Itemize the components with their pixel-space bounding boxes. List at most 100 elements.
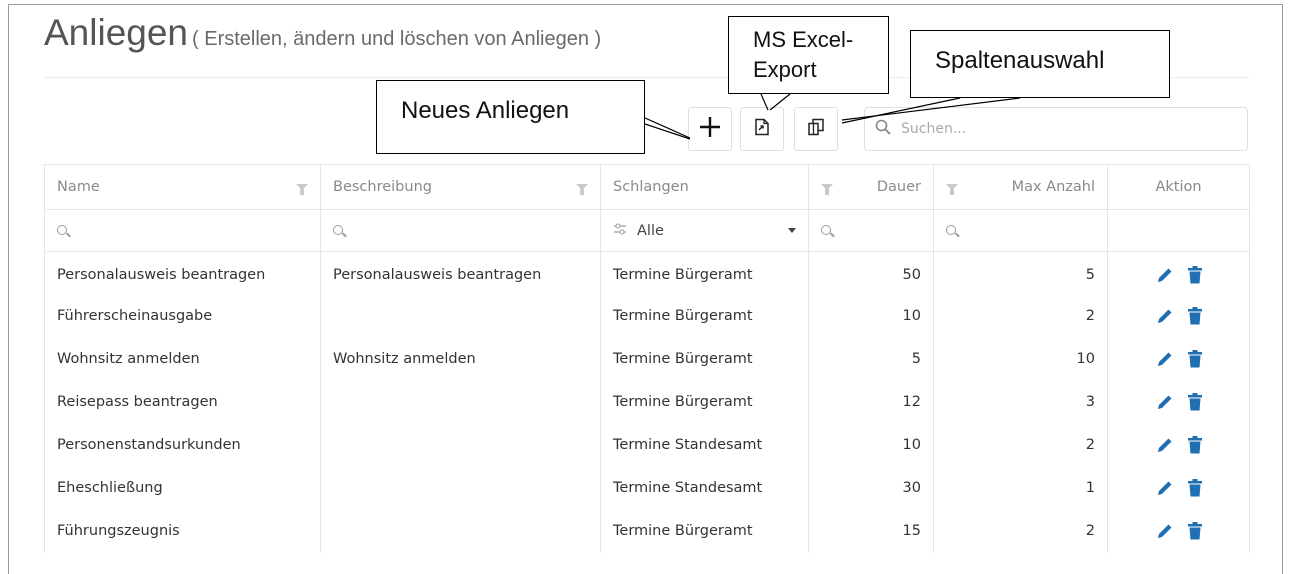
table-row[interactable]: Eheschließung Termine Standesamt 30 1 <box>44 466 1250 510</box>
cell-schlange: Termine Bürgeramt <box>600 337 809 381</box>
search-icon <box>57 224 67 235</box>
pencil-icon[interactable] <box>1156 266 1174 284</box>
plus-icon <box>698 115 722 143</box>
pencil-icon[interactable] <box>1156 479 1174 497</box>
pencil-icon[interactable] <box>1156 393 1174 411</box>
pencil-icon[interactable] <box>1156 350 1174 368</box>
cell-dauer: 10 <box>808 294 934 338</box>
cell-max-anzahl: 5 <box>933 251 1108 295</box>
columns-icon <box>807 118 825 140</box>
anliegen-table: Name Beschreibung Schlangen Dauer Max An… <box>44 164 1250 553</box>
file-export-icon <box>753 118 771 140</box>
cell-aktion <box>1107 423 1250 467</box>
cell-name: Führerscheinausgabe <box>44 294 321 338</box>
column-header-dauer[interactable]: Dauer <box>808 164 934 210</box>
trash-icon[interactable] <box>1187 266 1202 284</box>
trash-icon[interactable] <box>1187 350 1202 368</box>
callout-excel-export: MS Excel- Export <box>728 16 889 94</box>
filter-icon[interactable] <box>576 184 588 195</box>
filter-icon[interactable] <box>296 184 308 195</box>
cell-max-anzahl: 10 <box>933 337 1108 381</box>
callout-columns-text: Spaltenauswahl <box>935 47 1105 74</box>
table-row[interactable]: Personalausweis beantragen Personalauswei… <box>44 251 1250 295</box>
cell-beschreibung: Personalausweis beantragen <box>320 251 601 295</box>
table-row[interactable]: Personenstandsurkunden Termine Standesamt… <box>44 423 1250 467</box>
filter-beschreibung-input[interactable] <box>320 209 601 252</box>
filter-schlangen-select[interactable]: Alle <box>600 209 809 252</box>
table-row[interactable]: Führungszeugnis Termine Bürgeramt 15 2 <box>44 509 1250 553</box>
filter-options-icon <box>613 223 627 239</box>
cell-max-anzahl: 2 <box>933 294 1108 338</box>
excel-export-button[interactable] <box>740 107 784 151</box>
cell-schlange: Termine Bürgeramt <box>600 251 809 295</box>
cell-aktion <box>1107 509 1250 553</box>
cell-dauer: 30 <box>808 466 934 510</box>
chevron-down-icon[interactable] <box>788 228 796 233</box>
pencil-icon[interactable] <box>1156 307 1174 325</box>
pencil-icon[interactable] <box>1156 522 1174 540</box>
cell-schlange: Termine Bürgeramt <box>600 294 809 338</box>
search-icon <box>821 224 831 235</box>
trash-icon[interactable] <box>1187 479 1202 497</box>
table-row[interactable]: Führerscheinausgabe Termine Bürgeramt 10 2 <box>44 294 1250 338</box>
cell-beschreibung: Wohnsitz anmelden <box>320 337 601 381</box>
page-title-text: Anliegen <box>44 12 189 53</box>
cell-name: Führungszeugnis <box>44 509 321 553</box>
cell-name: Eheschließung <box>44 466 321 510</box>
cell-beschreibung <box>320 380 601 424</box>
column-header-aktion: Aktion <box>1107 164 1250 210</box>
cell-name: Wohnsitz anmelden <box>44 337 321 381</box>
cell-beschreibung <box>320 466 601 510</box>
trash-icon[interactable] <box>1187 393 1202 411</box>
cell-schlange: Termine Standesamt <box>600 423 809 467</box>
cell-name: Personenstandsurkunden <box>44 423 321 467</box>
search-icon <box>875 119 891 139</box>
table-header-row: Name Beschreibung Schlangen Dauer Max An… <box>44 164 1250 210</box>
column-header-max-anzahl[interactable]: Max Anzahl <box>933 164 1108 210</box>
cell-dauer: 5 <box>808 337 934 381</box>
search-icon <box>333 224 343 235</box>
cell-dauer: 12 <box>808 380 934 424</box>
column-header-beschreibung[interactable]: Beschreibung <box>320 164 601 210</box>
filter-icon[interactable] <box>821 184 833 195</box>
cell-aktion <box>1107 337 1250 381</box>
callout-new-text: Neues Anliegen <box>401 97 570 124</box>
cell-name: Reisepass beantragen <box>44 380 321 424</box>
cell-beschreibung <box>320 423 601 467</box>
cell-max-anzahl: 3 <box>933 380 1108 424</box>
table-row[interactable]: Reisepass beantragen Termine Bürgeramt 12 3 <box>44 380 1250 424</box>
filter-aktion-empty <box>1107 209 1250 252</box>
cell-dauer: 50 <box>808 251 934 295</box>
cell-beschreibung <box>320 509 601 553</box>
cell-schlange: Termine Standesamt <box>600 466 809 510</box>
global-search[interactable] <box>864 107 1248 151</box>
table-body: Personalausweis beantragen Personalauswei… <box>44 251 1250 553</box>
callout-excel-line2: Export <box>753 57 817 82</box>
trash-icon[interactable] <box>1187 436 1202 454</box>
filter-name-input[interactable] <box>44 209 321 252</box>
cell-dauer: 10 <box>808 423 934 467</box>
cell-aktion <box>1107 294 1250 338</box>
cell-aktion <box>1107 251 1250 295</box>
column-header-schlangen[interactable]: Schlangen <box>600 164 809 210</box>
filter-schlangen-value: Alle <box>637 222 664 239</box>
column-selection-button[interactable] <box>794 107 838 151</box>
search-input[interactable] <box>899 120 1219 138</box>
trash-icon[interactable] <box>1187 522 1202 540</box>
cell-schlange: Termine Bürgeramt <box>600 509 809 553</box>
cell-name: Personalausweis beantragen <box>44 251 321 295</box>
cell-aktion <box>1107 380 1250 424</box>
page-subtitle: ( Erstellen, ändern und löschen von Anli… <box>192 28 602 50</box>
callout-column-selection: Spaltenauswahl <box>910 30 1170 98</box>
callout-excel-line1: MS Excel- <box>753 27 854 52</box>
add-anliegen-button[interactable] <box>688 107 732 151</box>
table-row[interactable]: Wohnsitz anmelden Wohnsitz anmelden Termin… <box>44 337 1250 381</box>
search-icon <box>946 224 956 235</box>
filter-max-anzahl-input[interactable] <box>933 209 1108 252</box>
filter-icon[interactable] <box>946 184 958 195</box>
pencil-icon[interactable] <box>1156 436 1174 454</box>
filter-dauer-input[interactable] <box>808 209 934 252</box>
trash-icon[interactable] <box>1187 307 1202 325</box>
column-header-name[interactable]: Name <box>44 164 321 210</box>
cell-max-anzahl: 1 <box>933 466 1108 510</box>
